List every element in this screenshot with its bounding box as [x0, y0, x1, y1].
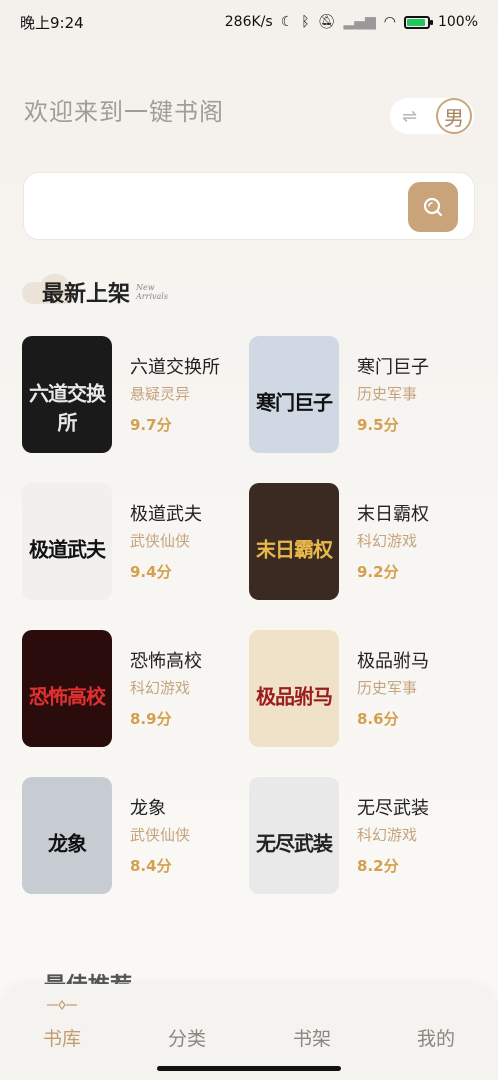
welcome-title: 欢迎来到一键书阁	[24, 98, 224, 126]
book-item[interactable]: 六道交换所 六道交换所 悬疑灵异 9.7分	[22, 336, 248, 454]
book-cover-title: 末日霸权	[256, 536, 333, 561]
book-cover[interactable]: 无尽武装	[249, 777, 339, 894]
book-cover-title: 六道交换所	[29, 381, 106, 435]
book-genre: 科幻游戏	[357, 532, 418, 550]
book-cover-title: 龙象	[48, 830, 87, 855]
home-indicator	[157, 1066, 341, 1071]
book-genre: 科幻游戏	[130, 679, 191, 697]
book-cover[interactable]: 极品驸马	[249, 630, 339, 747]
book-item[interactable]: 极道武夫 极道武夫 武侠仙侠 9.4分	[22, 483, 248, 601]
book-score: 9.5分	[357, 416, 399, 434]
book-title[interactable]: 六道交换所	[130, 353, 220, 379]
book-score: 9.7分	[130, 416, 172, 434]
status-bar: 晚上9:24 286K/s ☾ ᛒ 🔕︎ ▂▄▆ ◠ 100%	[0, 0, 498, 44]
bluetooth-icon: ᛒ	[301, 14, 310, 30]
book-item[interactable]: 恐怖高校 恐怖高校 科幻游戏 8.9分	[22, 630, 248, 748]
book-cover[interactable]: 龙象	[22, 777, 112, 894]
tab-profile[interactable]: 我的	[396, 1024, 476, 1051]
book-cover-title: 恐怖高校	[29, 683, 106, 708]
book-genre: 历史军事	[357, 385, 418, 403]
network-speed: 286K/s	[224, 14, 273, 30]
book-cover-title: 寒门巨子	[256, 389, 333, 414]
book-cover-title: 极道武夫	[29, 536, 106, 561]
book-score: 8.9分	[130, 710, 172, 728]
book-score: 8.4分	[130, 857, 172, 875]
signal-icon: ▂▄▆	[343, 14, 376, 30]
tab-bookshelf[interactable]: 书架	[272, 1024, 352, 1051]
book-score: 8.2分	[357, 857, 399, 875]
book-title[interactable]: 极道武夫	[130, 500, 202, 526]
status-icons: 286K/s ☾ ᛒ 🔕︎ ▂▄▆ ◠ 100%	[225, 14, 478, 30]
book-item[interactable]: 极品驸马 极品驸马 历史军事 8.6分	[249, 630, 475, 748]
section-subtitle: New Arrivals	[136, 283, 168, 301]
gender-toggle[interactable]: ⇌ 男	[390, 98, 474, 134]
book-title[interactable]: 末日霸权	[357, 500, 429, 526]
book-title[interactable]: 无尽武装	[357, 794, 429, 820]
book-item[interactable]: 龙象 龙象 武侠仙侠 8.4分	[22, 777, 248, 895]
section-title: 最新上架	[42, 281, 131, 307]
search-icon	[423, 197, 443, 217]
book-score: 9.2分	[357, 563, 399, 581]
status-time: 晚上9:24	[20, 13, 84, 32]
swap-icon: ⇌	[402, 105, 418, 127]
book-cover[interactable]: 极道武夫	[22, 483, 112, 600]
section-subtitle-line1: New	[136, 283, 155, 292]
book-genre: 武侠仙侠	[130, 826, 191, 844]
section-subtitle-line2: Arrivals	[136, 292, 168, 301]
book-item[interactable]: 无尽武装 无尽武装 科幻游戏 8.2分	[249, 777, 475, 895]
search-input[interactable]	[42, 191, 402, 223]
book-title[interactable]: 龙象	[130, 794, 166, 820]
book-genre: 悬疑灵异	[130, 385, 191, 403]
tab-category[interactable]: 分类	[147, 1024, 227, 1051]
moon-icon: ☾	[280, 14, 294, 30]
book-cover[interactable]: 寒门巨子	[249, 336, 339, 453]
book-title[interactable]: 极品驸马	[357, 647, 429, 673]
section-header: 最新上架 New Arrivals	[22, 272, 168, 312]
gender-badge: 男	[436, 98, 472, 134]
mute-bell-icon: 🔕︎	[317, 14, 336, 30]
book-genre: 武侠仙侠	[130, 532, 191, 550]
battery-icon	[403, 15, 433, 29]
search-box	[23, 172, 475, 240]
book-score: 9.4分	[130, 563, 172, 581]
book-cover[interactable]: 末日霸权	[249, 483, 339, 600]
book-title[interactable]: 恐怖高校	[130, 647, 202, 673]
book-cover[interactable]: 恐怖高校	[22, 630, 112, 747]
active-tab-ornament-icon	[47, 1000, 77, 1010]
search-button[interactable]	[408, 182, 458, 232]
tab-library[interactable]: 书库	[22, 1024, 102, 1051]
book-genre: 科幻游戏	[357, 826, 418, 844]
book-cover-title: 无尽武装	[256, 830, 333, 855]
book-item[interactable]: 寒门巨子 寒门巨子 历史军事 9.5分	[249, 336, 475, 454]
book-score: 8.6分	[357, 710, 399, 728]
book-cover[interactable]: 六道交换所	[22, 336, 112, 453]
book-genre: 历史军事	[357, 679, 418, 697]
book-title[interactable]: 寒门巨子	[357, 353, 429, 379]
book-cover-title: 极品驸马	[256, 683, 333, 708]
book-item[interactable]: 末日霸权 末日霸权 科幻游戏 9.2分	[249, 483, 475, 601]
battery-percent: 100%	[437, 14, 478, 30]
wifi-icon: ◠	[383, 14, 396, 30]
